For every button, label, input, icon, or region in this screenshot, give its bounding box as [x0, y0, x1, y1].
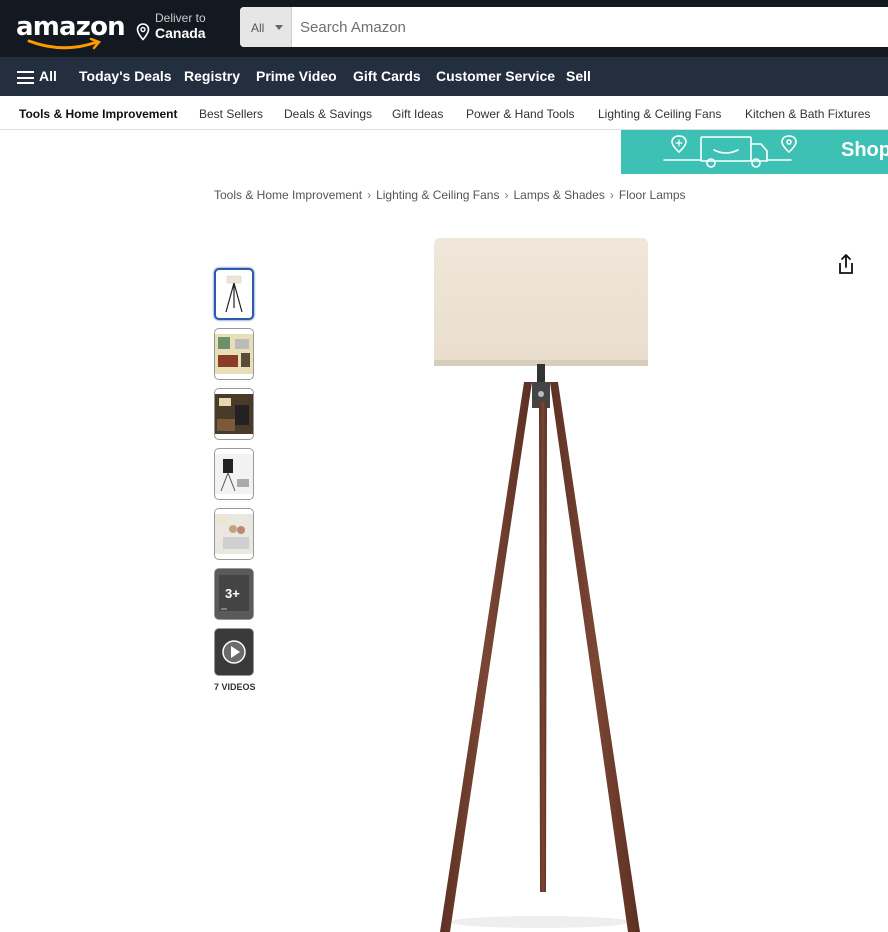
- thumbnail-3[interactable]: [214, 388, 254, 440]
- banner-shop-text: Shop: [841, 139, 888, 161]
- thumbnail-1[interactable]: [214, 268, 254, 320]
- subnav-gift-ideas[interactable]: Gift Ideas: [392, 107, 443, 121]
- breadcrumb-item[interactable]: Lighting & Ceiling Fans: [376, 188, 499, 202]
- breadcrumb-separator-icon: ›: [367, 188, 372, 202]
- nav-gift-cards[interactable]: Gift Cards: [353, 68, 421, 84]
- thumbnail-image: [225, 275, 243, 313]
- location-pin-icon: [136, 23, 150, 41]
- subnav-lighting-ceiling-fans[interactable]: Lighting & Ceiling Fans: [598, 107, 721, 121]
- thumbnail-5[interactable]: [214, 508, 254, 560]
- search-department-label: All: [251, 21, 265, 35]
- play-video-icon: [215, 629, 253, 675]
- breadcrumb-item[interactable]: Floor Lamps: [619, 188, 686, 202]
- deliver-label: Deliver to: [155, 11, 206, 25]
- delivery-truck-icon: [663, 135, 797, 168]
- nav-sell[interactable]: Sell: [566, 68, 591, 84]
- deliver-country: Canada: [155, 25, 206, 41]
- search-bar: All: [240, 7, 888, 47]
- nav-prime-video[interactable]: Prime Video: [256, 68, 337, 84]
- subnav-best-sellers[interactable]: Best Sellers: [199, 107, 263, 121]
- thumbnail-more-images[interactable]: 3+: [214, 568, 254, 620]
- breadcrumb-separator-icon: ›: [504, 188, 509, 202]
- amazon-logo[interactable]: amazon: [14, 8, 126, 50]
- thumbnail-video[interactable]: [214, 628, 254, 676]
- logo-smile-icon: [27, 38, 102, 50]
- search-department-dropdown[interactable]: All: [240, 7, 292, 47]
- breadcrumb-separator-icon: ›: [609, 188, 614, 202]
- nav-customer-service[interactable]: Customer Service: [436, 68, 555, 84]
- thumbnail-image: [215, 454, 253, 494]
- thumbnail-image: [215, 514, 253, 554]
- top-header: amazon Deliver to Canada All: [0, 0, 888, 57]
- more-images-count: 3+: [225, 586, 240, 601]
- subnav-tools-home[interactable]: Tools & Home Improvement: [19, 107, 177, 121]
- breadcrumb-item[interactable]: Tools & Home Improvement: [214, 188, 362, 202]
- category-subnav: Tools & Home Improvement Best Sellers De…: [0, 96, 888, 130]
- breadcrumb: Tools & Home Improvement › Lighting & Ceil…: [214, 188, 686, 202]
- subnav-kitchen-bath-fixtures[interactable]: Kitchen & Bath Fixtures: [745, 107, 870, 121]
- product-main-image[interactable]: [420, 232, 670, 932]
- thumbnail-4[interactable]: [214, 448, 254, 500]
- hamburger-menu-icon[interactable]: [17, 71, 34, 84]
- search-input[interactable]: [292, 7, 880, 47]
- thumbnail-2[interactable]: [214, 328, 254, 380]
- share-icon[interactable]: [836, 253, 856, 275]
- nav-registry[interactable]: Registry: [184, 68, 240, 84]
- nav-all[interactable]: All: [39, 68, 57, 84]
- subnav-power-hand-tools[interactable]: Power & Hand Tools: [466, 107, 575, 121]
- promo-banner[interactable]: Shop: [621, 130, 888, 174]
- main-nav: All Today's Deals Registry Prime Video G…: [0, 57, 888, 96]
- breadcrumb-item[interactable]: Lamps & Shades: [513, 188, 604, 202]
- nav-todays-deals[interactable]: Today's Deals: [79, 68, 172, 84]
- thumbnail-image: [215, 334, 253, 374]
- subnav-deals-savings[interactable]: Deals & Savings: [284, 107, 372, 121]
- videos-count-label[interactable]: 7 VIDEOS: [214, 682, 256, 692]
- caret-down-icon: [275, 25, 283, 30]
- thumbnail-image: [215, 394, 253, 434]
